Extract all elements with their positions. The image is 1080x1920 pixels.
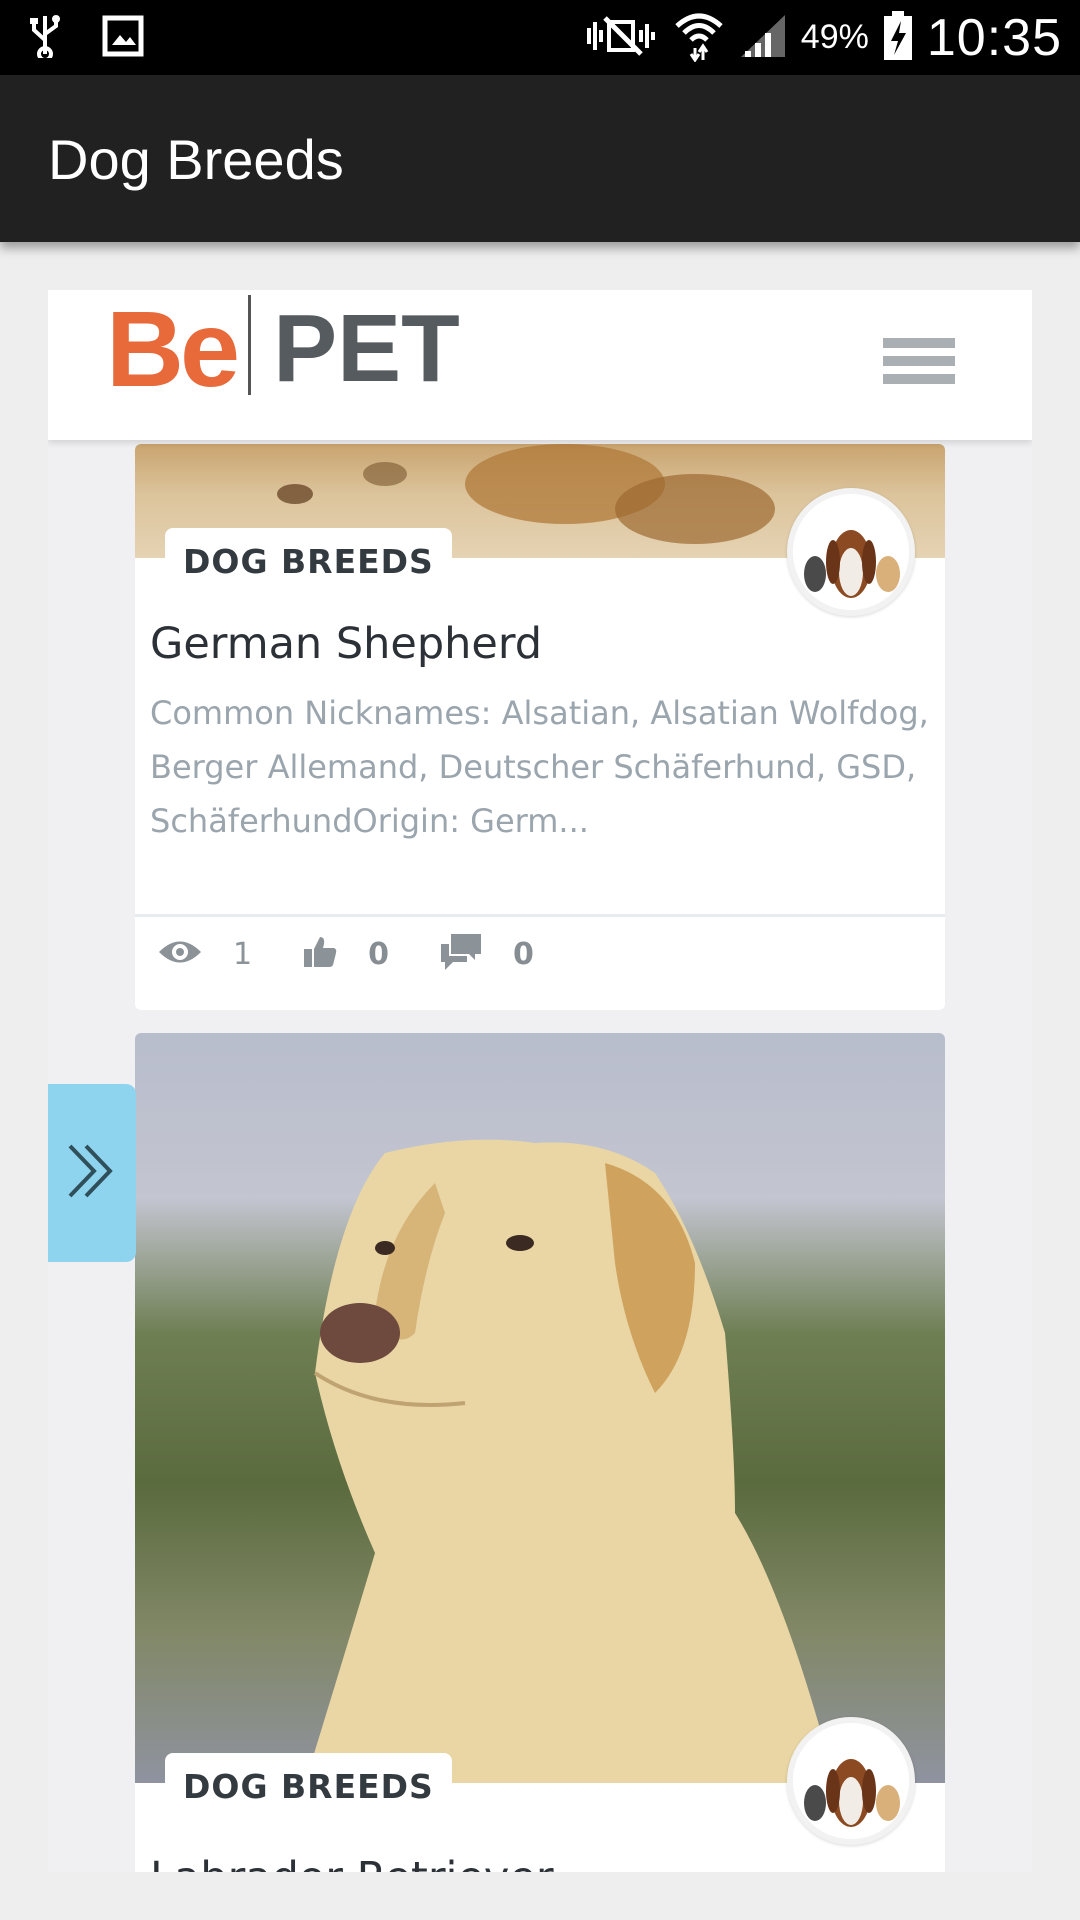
image-icon — [102, 15, 144, 61]
author-avatar[interactable] — [787, 488, 915, 616]
thumbs-up-icon — [302, 935, 338, 973]
post-excerpt: Common Nicknames: Alsatian, Alsatian Wol… — [150, 694, 929, 840]
hamburger-menu-icon[interactable] — [883, 338, 955, 394]
battery-charging-icon — [883, 10, 913, 65]
post-image[interactable] — [135, 1033, 945, 1783]
category-tag[interactable]: DOG BREEDS — [165, 528, 452, 589]
comments-icon — [439, 932, 483, 976]
category-tag[interactable]: DOG BREEDS — [165, 1753, 452, 1814]
site-logo[interactable]: Be PET — [106, 295, 460, 403]
likes-stat[interactable]: 0 — [302, 935, 389, 973]
views-stat: 1 — [157, 937, 252, 972]
author-avatar[interactable] — [787, 1717, 915, 1845]
battery-percent: 49% — [800, 18, 869, 56]
usb-icon — [28, 14, 62, 62]
comments-count: 0 — [512, 936, 534, 972]
mute-icon — [585, 14, 659, 62]
signal-icon — [739, 13, 787, 63]
app-title: Dog Breeds — [48, 128, 344, 191]
post-card[interactable]: DOG BREEDS German Shepherd Common Nickna… — [135, 444, 945, 1010]
double-chevron-right-icon — [62, 1136, 122, 1210]
eye-icon — [157, 937, 203, 971]
side-panel-toggle[interactable] — [48, 1084, 136, 1262]
post-stats: 1 0 0 — [157, 932, 584, 976]
webview[interactable]: Be PET DOG BREEDS German Shepherd Common… — [48, 290, 1032, 1872]
likes-count: 0 — [368, 936, 389, 972]
app-bar: Dog Breeds — [0, 75, 1080, 242]
logo-be: Be — [106, 290, 240, 409]
card-divider — [135, 914, 945, 917]
logo-separator — [248, 295, 252, 395]
views-count: 1 — [233, 936, 253, 972]
site-header: Be PET — [48, 290, 1032, 440]
post-title[interactable]: German Shepherd — [150, 619, 542, 669]
post-title[interactable]: Labrador Retriever — [150, 1853, 554, 1872]
status-bar: 49% 10:35 — [0, 0, 1080, 75]
comments-stat[interactable]: 0 — [439, 932, 534, 976]
clock: 10:35 — [926, 8, 1062, 67]
post-card[interactable]: DOG BREEDS Labrador Retriever — [135, 1033, 945, 1872]
wifi-icon — [673, 10, 725, 66]
logo-pet: PET — [273, 295, 460, 402]
